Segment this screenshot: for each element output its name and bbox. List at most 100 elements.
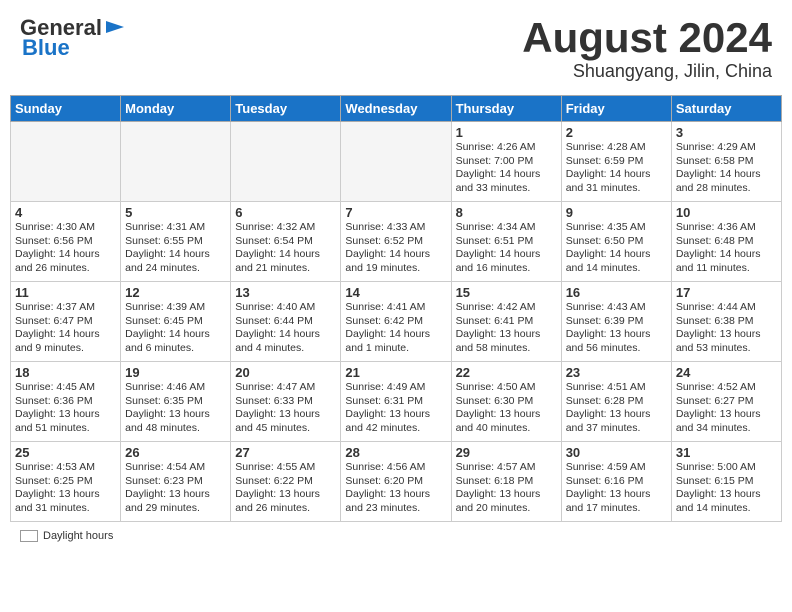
day-number: 23 bbox=[566, 365, 667, 380]
day-info: Sunset: 6:35 PM bbox=[125, 395, 226, 409]
day-info: Sunset: 6:56 PM bbox=[15, 235, 116, 249]
calendar-week-row: 25Sunrise: 4:53 AMSunset: 6:25 PMDayligh… bbox=[11, 442, 782, 522]
day-info: Daylight: 14 hours and 33 minutes. bbox=[456, 168, 557, 195]
day-number: 11 bbox=[15, 285, 116, 300]
calendar-cell: 22Sunrise: 4:50 AMSunset: 6:30 PMDayligh… bbox=[451, 362, 561, 442]
calendar-cell: 16Sunrise: 4:43 AMSunset: 6:39 PMDayligh… bbox=[561, 282, 671, 362]
day-number: 6 bbox=[235, 205, 336, 220]
daylight-legend-label: Daylight hours bbox=[43, 530, 113, 542]
calendar-cell: 14Sunrise: 4:41 AMSunset: 6:42 PMDayligh… bbox=[341, 282, 451, 362]
calendar-cell: 6Sunrise: 4:32 AMSunset: 6:54 PMDaylight… bbox=[231, 202, 341, 282]
day-number: 12 bbox=[125, 285, 226, 300]
calendar-cell bbox=[231, 122, 341, 202]
day-info: Sunset: 6:59 PM bbox=[566, 155, 667, 169]
day-info: Daylight: 14 hours and 21 minutes. bbox=[235, 248, 336, 275]
day-info: Sunrise: 4:56 AM bbox=[345, 461, 446, 475]
logo: General Blue bbox=[20, 15, 126, 61]
day-number: 29 bbox=[456, 445, 557, 460]
calendar-cell bbox=[121, 122, 231, 202]
day-info: Sunset: 6:31 PM bbox=[345, 395, 446, 409]
day-info: Sunrise: 4:35 AM bbox=[566, 221, 667, 235]
weekday-header: Wednesday bbox=[341, 96, 451, 122]
day-info: Sunset: 6:52 PM bbox=[345, 235, 446, 249]
calendar-cell: 3Sunrise: 4:29 AMSunset: 6:58 PMDaylight… bbox=[671, 122, 781, 202]
day-info: Daylight: 13 hours and 20 minutes. bbox=[456, 488, 557, 515]
day-info: Sunset: 6:51 PM bbox=[456, 235, 557, 249]
day-info: Daylight: 14 hours and 31 minutes. bbox=[566, 168, 667, 195]
day-info: Sunset: 6:25 PM bbox=[15, 475, 116, 489]
day-info: Sunset: 6:41 PM bbox=[456, 315, 557, 329]
day-info: Sunrise: 4:57 AM bbox=[456, 461, 557, 475]
calendar-cell: 13Sunrise: 4:40 AMSunset: 6:44 PMDayligh… bbox=[231, 282, 341, 362]
day-info: Daylight: 13 hours and 31 minutes. bbox=[15, 488, 116, 515]
day-info: Sunrise: 4:47 AM bbox=[235, 381, 336, 395]
day-number: 5 bbox=[125, 205, 226, 220]
day-info: Daylight: 14 hours and 26 minutes. bbox=[15, 248, 116, 275]
day-info: Daylight: 13 hours and 26 minutes. bbox=[235, 488, 336, 515]
day-info: Sunset: 6:47 PM bbox=[15, 315, 116, 329]
day-info: Sunrise: 4:32 AM bbox=[235, 221, 336, 235]
calendar-cell: 12Sunrise: 4:39 AMSunset: 6:45 PMDayligh… bbox=[121, 282, 231, 362]
day-info: Sunrise: 4:53 AM bbox=[15, 461, 116, 475]
day-number: 27 bbox=[235, 445, 336, 460]
day-info: Sunrise: 4:33 AM bbox=[345, 221, 446, 235]
title-block: August 2024 Shuangyang, Jilin, China bbox=[522, 15, 772, 82]
day-info: Sunrise: 4:31 AM bbox=[125, 221, 226, 235]
day-number: 8 bbox=[456, 205, 557, 220]
day-info: Sunrise: 4:52 AM bbox=[676, 381, 777, 395]
calendar-cell: 19Sunrise: 4:46 AMSunset: 6:35 PMDayligh… bbox=[121, 362, 231, 442]
day-number: 15 bbox=[456, 285, 557, 300]
day-info: Daylight: 13 hours and 23 minutes. bbox=[345, 488, 446, 515]
calendar-cell: 9Sunrise: 4:35 AMSunset: 6:50 PMDaylight… bbox=[561, 202, 671, 282]
day-number: 10 bbox=[676, 205, 777, 220]
day-info: Sunset: 6:54 PM bbox=[235, 235, 336, 249]
day-number: 24 bbox=[676, 365, 777, 380]
day-info: Sunrise: 4:55 AM bbox=[235, 461, 336, 475]
day-number: 20 bbox=[235, 365, 336, 380]
calendar-cell: 27Sunrise: 4:55 AMSunset: 6:22 PMDayligh… bbox=[231, 442, 341, 522]
weekday-header: Sunday bbox=[11, 96, 121, 122]
day-number: 2 bbox=[566, 125, 667, 140]
day-info: Sunset: 6:15 PM bbox=[676, 475, 777, 489]
day-info: Sunrise: 4:34 AM bbox=[456, 221, 557, 235]
calendar-cell: 31Sunrise: 5:00 AMSunset: 6:15 PMDayligh… bbox=[671, 442, 781, 522]
calendar-title: August 2024 bbox=[522, 15, 772, 61]
calendar-cell: 15Sunrise: 4:42 AMSunset: 6:41 PMDayligh… bbox=[451, 282, 561, 362]
calendar-cell: 28Sunrise: 4:56 AMSunset: 6:20 PMDayligh… bbox=[341, 442, 451, 522]
day-number: 28 bbox=[345, 445, 446, 460]
day-info: Sunrise: 4:26 AM bbox=[456, 141, 557, 155]
day-info: Daylight: 13 hours and 51 minutes. bbox=[15, 408, 116, 435]
day-info: Sunset: 6:50 PM bbox=[566, 235, 667, 249]
page-header: General Blue August 2024 Shuangyang, Jil… bbox=[10, 10, 782, 87]
day-info: Daylight: 13 hours and 58 minutes. bbox=[456, 328, 557, 355]
day-info: Sunset: 6:44 PM bbox=[235, 315, 336, 329]
day-info: Sunset: 6:39 PM bbox=[566, 315, 667, 329]
day-info: Sunset: 6:45 PM bbox=[125, 315, 226, 329]
day-info: Sunset: 6:20 PM bbox=[345, 475, 446, 489]
day-info: Daylight: 14 hours and 6 minutes. bbox=[125, 328, 226, 355]
day-info: Sunset: 6:18 PM bbox=[456, 475, 557, 489]
day-info: Sunset: 6:36 PM bbox=[15, 395, 116, 409]
daylight-legend-box bbox=[20, 530, 38, 542]
day-info: Sunrise: 4:28 AM bbox=[566, 141, 667, 155]
day-info: Sunrise: 4:39 AM bbox=[125, 301, 226, 315]
day-number: 25 bbox=[15, 445, 116, 460]
day-info: Sunrise: 4:41 AM bbox=[345, 301, 446, 315]
day-number: 31 bbox=[676, 445, 777, 460]
calendar-cell: 7Sunrise: 4:33 AMSunset: 6:52 PMDaylight… bbox=[341, 202, 451, 282]
day-number: 1 bbox=[456, 125, 557, 140]
day-number: 30 bbox=[566, 445, 667, 460]
day-info: Daylight: 13 hours and 53 minutes. bbox=[676, 328, 777, 355]
day-info: Daylight: 13 hours and 42 minutes. bbox=[345, 408, 446, 435]
day-info: Sunrise: 4:45 AM bbox=[15, 381, 116, 395]
day-number: 18 bbox=[15, 365, 116, 380]
calendar-cell: 4Sunrise: 4:30 AMSunset: 6:56 PMDaylight… bbox=[11, 202, 121, 282]
day-info: Daylight: 13 hours and 40 minutes. bbox=[456, 408, 557, 435]
calendar-cell: 23Sunrise: 4:51 AMSunset: 6:28 PMDayligh… bbox=[561, 362, 671, 442]
day-info: Sunset: 6:28 PM bbox=[566, 395, 667, 409]
weekday-header: Saturday bbox=[671, 96, 781, 122]
calendar-cell bbox=[11, 122, 121, 202]
day-info: Daylight: 13 hours and 14 minutes. bbox=[676, 488, 777, 515]
day-number: 16 bbox=[566, 285, 667, 300]
day-info: Sunset: 6:58 PM bbox=[676, 155, 777, 169]
